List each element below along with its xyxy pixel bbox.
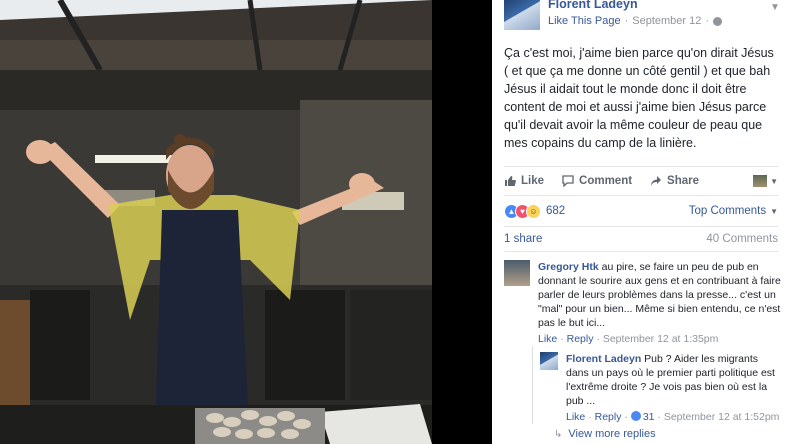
share-label: Share	[667, 175, 700, 187]
avatar[interactable]	[540, 352, 558, 370]
share-button[interactable]: Share	[650, 175, 699, 187]
viewer-gap	[432, 0, 492, 444]
comment-reply-link[interactable]: Reply	[567, 333, 594, 345]
share-stats-row: 1 share 40 Comments	[492, 227, 790, 251]
link-separator: ·	[596, 333, 600, 345]
page-name-link[interactable]: Florent Ladeyn	[548, 0, 770, 11]
top-comments-dropdown[interactable]: Top Comments ▼	[689, 205, 778, 217]
reply-like-link[interactable]: Like	[566, 411, 585, 423]
comment-author[interactable]: Gregory Htk	[538, 261, 599, 273]
view-more-replies-link[interactable]: ↳ View more replies	[492, 424, 790, 440]
meta-separator: ·	[624, 15, 629, 27]
reply-likes-count[interactable]: 31	[630, 411, 655, 423]
link-separator: ·	[657, 411, 661, 423]
link-separator: ·	[560, 333, 564, 345]
like-label: Like	[521, 175, 545, 187]
like-button[interactable]: Like	[504, 175, 544, 187]
thumbs-up-icon	[505, 176, 516, 186]
view-more-replies-label: View more replies	[568, 428, 656, 440]
reply-time[interactable]: September 12 at 1:52pm	[664, 411, 780, 423]
post-as-selector[interactable]: ▼	[753, 175, 778, 187]
comment-count[interactable]: 40 Comments	[706, 233, 778, 245]
post-header: Florent Ladeyn Like This Page · Septembe…	[492, 0, 790, 38]
caret-down-icon: ▼	[770, 176, 778, 186]
comment-actions: Like · Reply · September 12 at 1:35pm	[538, 332, 782, 346]
reply-reply-link[interactable]: Reply	[595, 411, 622, 423]
like-page-link[interactable]: Like This Page	[548, 15, 621, 27]
comment-body: Gregory Htk au pire, se faire un peu de …	[538, 260, 782, 346]
top-comments-label: Top Comments	[688, 205, 767, 217]
action-bar: Like Comment Share ▼	[492, 167, 790, 195]
globe-icon	[713, 16, 723, 26]
share-icon	[651, 176, 662, 186]
reaction-count[interactable]: 682	[546, 205, 565, 217]
post-text: Ça c'est moi, j'aime bien parce qu'on di…	[504, 46, 774, 150]
meta-separator: ·	[705, 15, 710, 27]
profile-thumb	[753, 175, 768, 187]
like-reaction-icon	[630, 411, 641, 421]
haha-reaction-icon[interactable]: ☺	[526, 203, 541, 219]
reply-actions: Like · Reply · 31 · September 12 at 1:52…	[566, 410, 782, 424]
share-count-link[interactable]: 1 share	[504, 233, 542, 245]
reply-arrow-icon: ↳	[554, 428, 563, 440]
post-meta: Like This Page · September 12 ·	[548, 15, 770, 27]
comment-label: Comment	[579, 175, 633, 187]
photo-viewer: Florent Ladeyn Like This Page · Septembe…	[0, 0, 790, 444]
comment-like-link[interactable]: Like	[538, 333, 557, 345]
caret-down-icon: ▼	[770, 206, 778, 216]
page-avatar[interactable]	[504, 0, 540, 30]
reply-body: Florent Ladeyn Pub ? Aider les migrants …	[566, 352, 782, 424]
reply-author[interactable]: Florent Ladeyn	[566, 353, 641, 365]
reply-likes-value: 31	[642, 411, 655, 423]
link-separator: ·	[588, 411, 592, 423]
comment-icon	[562, 175, 574, 187]
post-date[interactable]: September 12	[632, 15, 701, 27]
post-sidebar: Florent Ladeyn Like This Page · Septembe…	[492, 0, 790, 444]
chevron-down-icon[interactable]: ▼	[770, 2, 782, 14]
comment-item: Gregory Htk au pire, se faire un peu de …	[492, 252, 790, 346]
comment-button[interactable]: Comment	[562, 175, 632, 187]
reactions-row: ▲ ♥ ☺ 682 Top Comments ▼	[492, 196, 790, 226]
comment-time[interactable]: September 12 at 1:35pm	[603, 333, 719, 345]
photo-illustration	[0, 0, 432, 444]
replies-thread: Florent Ladeyn Pub ? Aider les migrants …	[532, 346, 790, 424]
header-text: Florent Ladeyn Like This Page · Septembe…	[548, 0, 770, 38]
post-photo[interactable]	[0, 0, 432, 444]
reply-item: Florent Ladeyn Pub ? Aider les migrants …	[533, 346, 790, 424]
link-separator: ·	[624, 411, 628, 423]
avatar[interactable]	[504, 260, 530, 286]
